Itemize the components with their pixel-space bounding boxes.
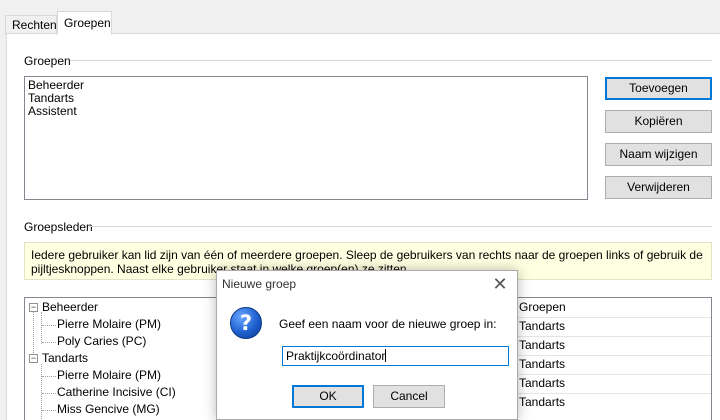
tree-connector <box>41 364 42 420</box>
tab-rechten[interactable]: Rechten <box>5 15 57 35</box>
members-section-divider <box>89 226 712 227</box>
ok-button[interactable]: OK <box>292 385 364 408</box>
members-section-title: Groepsleden <box>24 220 93 234</box>
add-group-button[interactable]: Toevoegen <box>605 77 712 100</box>
tree-member-item[interactable]: Poly Caries (PC) <box>57 333 146 350</box>
tree-member-item[interactable]: Catherine Incisive (CI) <box>57 384 176 401</box>
new-group-dialog: Nieuwe groep ✕ ? Geef een naam voor de n… <box>216 270 518 420</box>
list-item[interactable]: Tandarts <box>28 92 584 105</box>
copy-group-button[interactable]: Kopiëren <box>605 110 712 133</box>
tree-connector <box>42 376 56 377</box>
dialog-prompt: Geef een naam voor de nieuwe groep in: <box>279 317 497 331</box>
group-name-value: Praktijkcoördinator <box>286 349 386 363</box>
tree-member-item[interactable]: Pierre Molaire (PM) <box>57 316 161 333</box>
collapse-icon[interactable]: − <box>29 303 38 312</box>
tree-connector <box>42 410 56 411</box>
close-icon[interactable]: ✕ <box>487 273 513 297</box>
groups-listbox[interactable]: Beheerder Tandarts Assistent <box>24 76 588 200</box>
text-caret <box>385 349 387 362</box>
dialog-titlebar[interactable]: Nieuwe groep ✕ <box>217 271 517 299</box>
dialog-title: Nieuwe groep <box>222 277 297 291</box>
group-name-input[interactable]: Praktijkcoördinator <box>282 346 509 366</box>
groups-section-divider <box>70 60 712 61</box>
tab-strip: Rechten Groepen <box>0 0 720 35</box>
tree-group-item[interactable]: Beheerder <box>42 299 98 316</box>
tree-group-item[interactable]: Tandarts <box>42 350 88 367</box>
list-item[interactable]: Beheerder <box>28 79 584 92</box>
tree-connector <box>42 342 56 343</box>
rename-group-button[interactable]: Naam wijzigen <box>605 143 712 166</box>
question-icon: ? <box>230 307 262 339</box>
tab-groepen[interactable]: Groepen <box>57 11 112 35</box>
tree-member-item[interactable]: Pierre Molaire (PM) <box>57 367 161 384</box>
cancel-button[interactable]: Cancel <box>373 385 445 408</box>
tree-connector <box>41 312 42 344</box>
tree-connector <box>33 312 34 359</box>
tree-connector <box>42 325 56 326</box>
list-item[interactable]: Assistent <box>28 105 584 118</box>
collapse-icon[interactable]: − <box>29 354 38 363</box>
tree-connector <box>42 393 56 394</box>
groups-section-title: Groepen <box>24 54 71 68</box>
delete-group-button[interactable]: Verwijderen <box>605 176 712 199</box>
tree-member-item[interactable]: Miss Gencive (MG) <box>57 401 160 418</box>
